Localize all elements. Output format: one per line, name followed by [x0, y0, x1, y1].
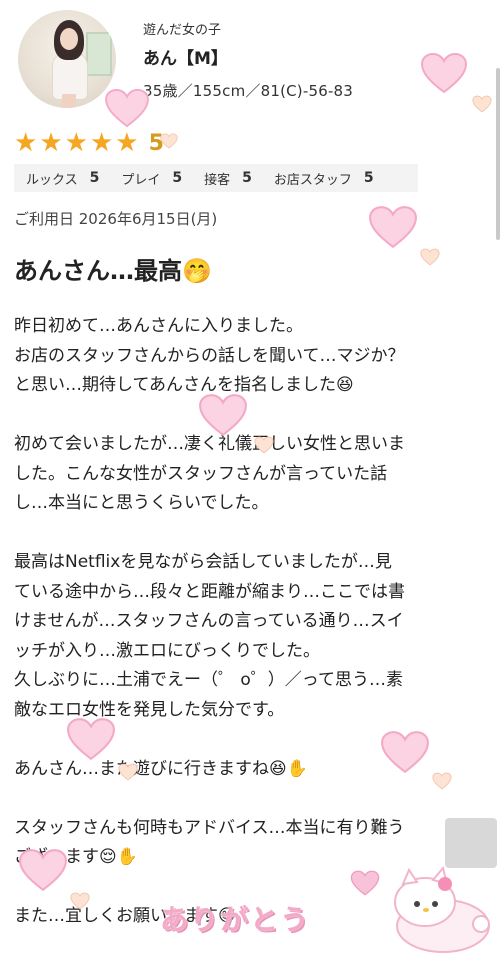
heart-icon: [472, 95, 492, 113]
heart-icon: [105, 88, 149, 128]
score-value: 5: [363, 170, 374, 186]
heart-icon: [350, 870, 380, 896]
star-icon: ★: [39, 128, 63, 158]
heart-icon: [160, 133, 178, 149]
score-service: 接客 5: [204, 169, 252, 188]
score-value: 5: [172, 170, 183, 186]
hello-kitty-sticker-icon: [394, 865, 490, 953]
star-icon: ★: [89, 128, 114, 158]
heart-icon: [420, 248, 440, 266]
heart-icon: [381, 731, 429, 774]
score-play: プレイ 5: [121, 169, 182, 188]
avatar-background: [86, 32, 112, 76]
score-label: 接客: [204, 172, 231, 188]
heart-icon: [118, 763, 138, 781]
heart-icon: [19, 849, 67, 892]
heart-icon: [67, 718, 115, 761]
star-icon: ★: [115, 128, 139, 158]
score-label: お店スタッフ: [273, 172, 352, 188]
score-staff: お店スタッフ 5: [274, 169, 374, 188]
score-value: 5: [242, 170, 252, 186]
review-body: 昨日初めて…あんさんに入りました。 お店のスタッフさんからの話しを聞いて…マジか…: [14, 316, 405, 926]
star-icon: ★: [64, 128, 88, 158]
avatar-legs: [62, 94, 76, 108]
review-title: あんさん…最高🤭: [14, 257, 212, 285]
heart-icon: [199, 394, 247, 437]
avatar-face: [60, 28, 78, 50]
star-icon: ★: [14, 128, 38, 158]
girl-stats: 35歳／155cm／81(C)-56-83: [143, 82, 354, 100]
heart-icon: [432, 772, 452, 790]
heart-icon: [369, 206, 417, 249]
score-label: プレイ: [121, 172, 161, 188]
heart-icon: [420, 52, 468, 94]
girl-name[interactable]: あん【M】: [143, 44, 228, 69]
visit-date: ご利用日 2026年6月15日(月): [14, 210, 218, 228]
score-label: ルックス: [26, 172, 78, 188]
heart-icon: [254, 436, 274, 454]
overall-rating: ★ ★ ★ ★ ★ 5: [14, 128, 164, 158]
heart-icon: [70, 892, 90, 910]
arigato-sticker-text: ありがとう: [160, 903, 311, 936]
scrollbar[interactable]: [496, 68, 500, 240]
played-girl-label: 遊んだ女の子: [143, 23, 222, 38]
category-scores: ルックス 5 プレイ 5 接客 5 お店スタッフ 5: [14, 164, 418, 192]
score-value: 5: [89, 170, 100, 186]
girl-avatar[interactable]: [18, 10, 116, 108]
score-looks: ルックス 5: [26, 169, 99, 188]
